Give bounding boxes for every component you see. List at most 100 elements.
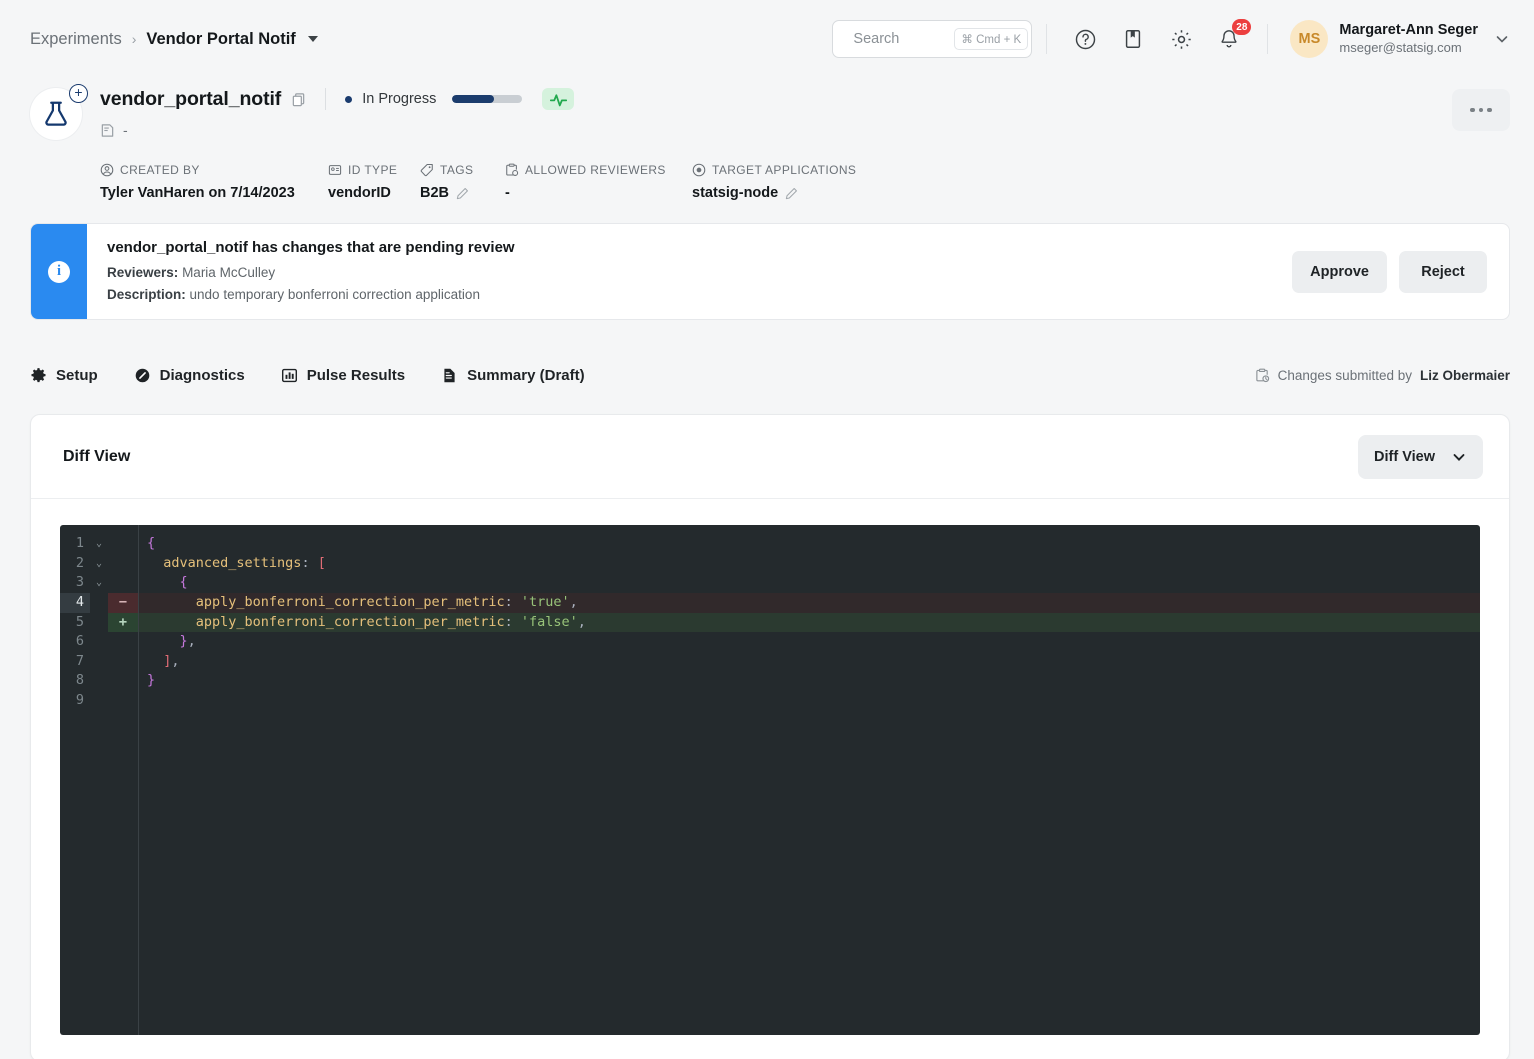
code-line: } xyxy=(139,671,1480,691)
code-content-column[interactable]: { advanced_settings: [ { apply_bonferron… xyxy=(138,525,1480,1036)
meta-value: B2B xyxy=(420,185,505,201)
code-token: 'true' xyxy=(520,593,570,610)
code-token: : xyxy=(504,593,521,610)
meta-label-text: TARGET APPLICATIONS xyxy=(712,163,857,177)
status-dot-icon xyxy=(345,95,353,103)
user-info: Margaret-Ann Seger mseger@statsig.com xyxy=(1339,21,1478,57)
tab-summary-draft[interactable]: Summary (Draft) xyxy=(441,367,585,384)
meta-value: - xyxy=(505,185,510,201)
line-number: 1 xyxy=(75,535,84,552)
experiment-main: vendor_portal_notif In Progress - CREATE… xyxy=(100,84,1510,202)
code-line: }, xyxy=(139,632,1480,652)
edit-pencil-icon[interactable] xyxy=(785,187,798,200)
fold-chevron-icon[interactable]: ⌄ xyxy=(90,573,108,593)
top-bar-right: ⌘ Cmd + K xyxy=(832,19,1510,58)
experiment-header: + vendor_portal_notif In Progress - CREA… xyxy=(0,78,1534,201)
code-token: , xyxy=(187,633,196,650)
search-box[interactable]: ⌘ Cmd + K xyxy=(832,20,1033,58)
user-email: mseger@statsig.com xyxy=(1339,39,1462,55)
banner-reviewers-label: Reviewers: xyxy=(107,265,179,280)
tag-icon xyxy=(420,163,433,177)
line-number: 9 xyxy=(75,691,84,708)
line-number: 8 xyxy=(75,672,84,689)
top-bar: Experiments › Vendor Portal Notif ⌘ Cmd … xyxy=(0,0,1534,78)
fold-chevron-icon[interactable]: ⌄ xyxy=(90,554,108,574)
copy-icon[interactable] xyxy=(291,92,306,107)
notifications-button[interactable]: 28 xyxy=(1212,19,1252,56)
pending-review-banner: i vendor_portal_notif has changes that a… xyxy=(30,223,1510,321)
kebab-dot xyxy=(1478,107,1484,113)
tab-label: Setup xyxy=(56,366,98,384)
target-icon xyxy=(692,163,706,177)
tab-label: Diagnostics xyxy=(159,366,245,384)
banner-description-label: Description: xyxy=(107,286,186,302)
code-diff-editor[interactable]: 123456789 ⌄ ⌄ ⌄ − + { advanced_settings: [ … xyxy=(60,525,1480,1036)
breadcrumb-root[interactable]: Experiments xyxy=(30,30,122,49)
search-input[interactable] xyxy=(853,31,946,47)
settings-button[interactable] xyxy=(1164,22,1198,56)
code-line: { xyxy=(139,573,1480,593)
approve-button[interactable]: Approve xyxy=(1292,250,1387,293)
experiment-description-line[interactable]: - xyxy=(100,120,1510,140)
code-token: advanced_settings xyxy=(147,554,302,571)
status-badge: In Progress xyxy=(362,91,437,107)
id-card-icon xyxy=(328,165,342,175)
reject-button[interactable]: Reject xyxy=(1399,250,1487,293)
notes-icon xyxy=(101,123,114,137)
line-number: 3 xyxy=(75,574,84,591)
code-token: apply_bonferroni_correction_per_metric xyxy=(147,593,505,610)
experiment-meta-row: CREATED BY Tyler VanHaren on 7/14/2023 I… xyxy=(100,162,1510,201)
pulse-indicator[interactable] xyxy=(542,88,575,110)
user-menu[interactable]: MS Margaret-Ann Seger mseger@statsig.com xyxy=(1282,20,1510,58)
experiment-avatar: + xyxy=(30,84,88,140)
code-token: : xyxy=(301,554,318,571)
fold-chevron-icon[interactable]: ⌄ xyxy=(90,534,108,554)
info-icon: i xyxy=(48,260,70,283)
fold-placeholder xyxy=(90,671,108,691)
meta-target-applications: TARGET APPLICATIONS statsig-node xyxy=(692,162,856,201)
breadcrumb: Experiments › Vendor Portal Notif xyxy=(30,30,318,49)
meta-allowed-reviewers: ALLOWED REVIEWERS - xyxy=(505,162,692,201)
diff-sign xyxy=(108,671,138,691)
line-number: 5 xyxy=(75,613,84,630)
diff-card-body: 123456789 ⌄ ⌄ ⌄ − + { advanced_settings: [ … xyxy=(31,499,1509,1059)
meta-label: TAGS xyxy=(420,162,505,178)
docs-button[interactable] xyxy=(1116,22,1150,56)
diff-sign xyxy=(108,691,138,711)
diff-sign xyxy=(108,632,138,652)
meta-label: TARGET APPLICATIONS xyxy=(692,162,856,178)
meta-label-text: ALLOWED REVIEWERS xyxy=(525,163,666,177)
flask-icon xyxy=(45,101,67,126)
tab-diagnostics[interactable]: Diagnostics xyxy=(134,367,245,384)
tab-bar: Setup Diagnostics Pulse Results Summary … xyxy=(30,358,1510,392)
page-title: vendor_portal_notif xyxy=(100,87,282,110)
meta-value: Tyler VanHaren on 7/14/2023 xyxy=(100,185,295,201)
breadcrumb-chevron-down-icon[interactable] xyxy=(307,36,318,42)
notification-count-badge: 28 xyxy=(1232,19,1252,35)
fold-placeholder xyxy=(90,593,108,613)
tab-pulse-results[interactable]: Pulse Results xyxy=(281,367,405,384)
submitted-name: Liz Obermaier xyxy=(1419,367,1510,383)
code-fold-column[interactable]: ⌄ ⌄ ⌄ xyxy=(90,525,108,1035)
line-number-column: 1 2 345 6 7 8 9 xyxy=(60,525,90,1035)
fold-placeholder xyxy=(90,652,108,672)
code-token: ] xyxy=(147,652,172,669)
kebab-dot xyxy=(1487,107,1492,113)
code-token: apply_bonferroni_correction_per_metric xyxy=(147,613,505,630)
line-number: 7 xyxy=(75,652,84,669)
view-mode-select[interactable]: Diff View xyxy=(1358,434,1483,479)
code-line: apply_bonferroni_correction_per_metric: … xyxy=(139,592,1480,613)
help-button[interactable] xyxy=(1068,22,1102,56)
view-mode-label: Diff View xyxy=(1374,448,1435,465)
line-number: 6 xyxy=(75,633,84,650)
edit-pencil-icon[interactable] xyxy=(456,187,469,200)
meta-label-text: ID TYPE xyxy=(348,163,398,177)
meta-value-text: statsig-node xyxy=(692,185,779,201)
more-options-button[interactable] xyxy=(1452,89,1510,131)
bar-chart-icon xyxy=(281,368,297,382)
code-line: advanced_settings: [ xyxy=(139,554,1480,574)
tab-setup[interactable]: Setup xyxy=(30,367,98,384)
diff-sign: − xyxy=(108,592,138,613)
breadcrumb-current[interactable]: Vendor Portal Notif xyxy=(146,30,295,49)
